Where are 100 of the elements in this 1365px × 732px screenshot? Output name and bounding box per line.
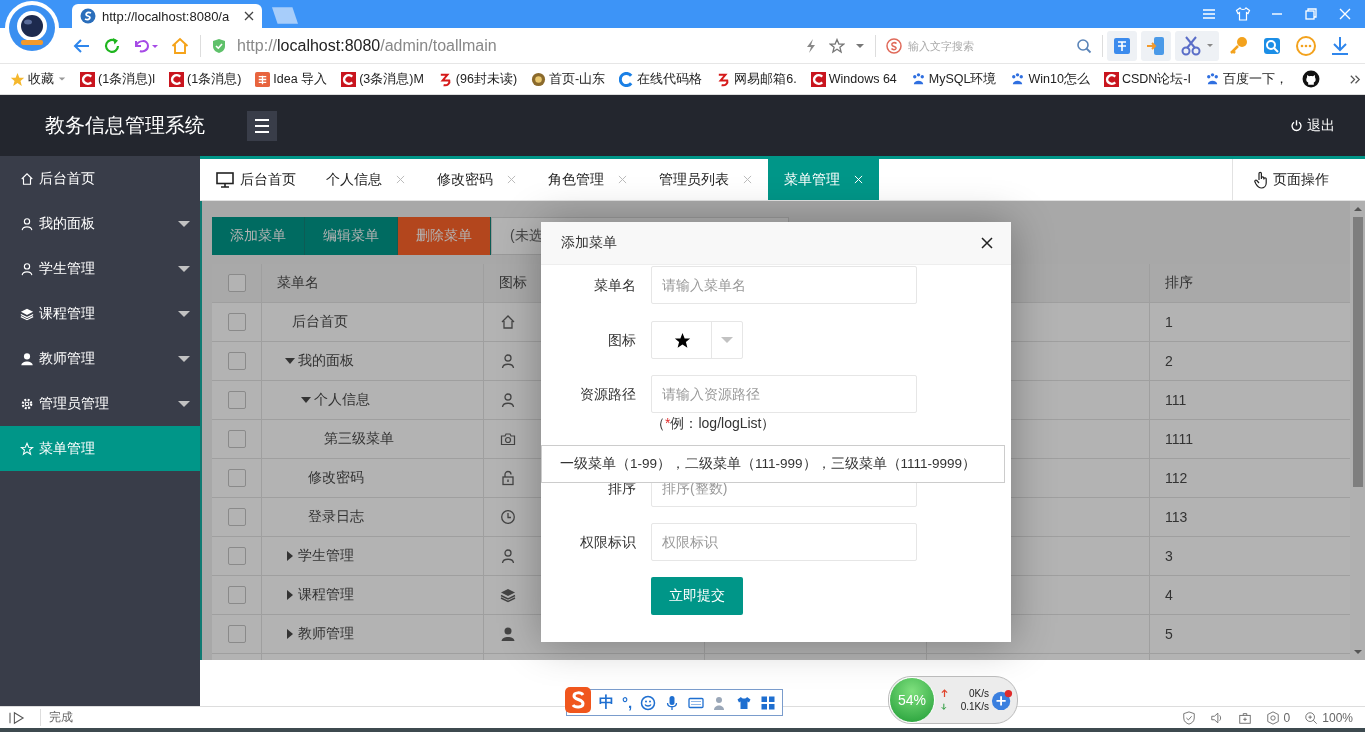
bookmark[interactable]: MySQL环境 bbox=[910, 70, 997, 88]
collapsed-caret-icon[interactable] bbox=[285, 629, 295, 639]
c-logo-icon bbox=[619, 71, 635, 87]
page-tab[interactable]: 修改密码 bbox=[421, 159, 532, 200]
ime-mode[interactable]: 中 bbox=[599, 693, 614, 712]
bookmark[interactable]: 收藏 bbox=[10, 70, 54, 88]
sidebar-item[interactable]: 课程管理 bbox=[0, 291, 200, 336]
close-icon[interactable] bbox=[244, 11, 254, 21]
shield-icon[interactable] bbox=[1181, 710, 1196, 725]
sidebar-item[interactable]: 管理员管理 bbox=[0, 381, 200, 426]
search-icon[interactable] bbox=[1076, 37, 1092, 54]
user-icon bbox=[500, 548, 516, 564]
shirt-icon[interactable] bbox=[1235, 6, 1251, 22]
checkbox[interactable] bbox=[227, 352, 246, 370]
bookmark[interactable]: 网易邮箱6. bbox=[716, 70, 797, 88]
field-label: 资源路径 bbox=[579, 385, 637, 404]
star-icon[interactable] bbox=[829, 37, 845, 54]
page-tab[interactable]: 后台首页 bbox=[200, 159, 310, 200]
page-tab[interactable]: 角色管理 bbox=[532, 159, 643, 200]
reload-icon[interactable] bbox=[102, 35, 122, 56]
page-tab[interactable]: 个人信息 bbox=[310, 159, 421, 200]
icon-picker[interactable] bbox=[651, 321, 743, 359]
close-icon[interactable] bbox=[981, 237, 993, 249]
page-actions-button[interactable]: 页面操作 bbox=[1232, 159, 1365, 200]
bookmark[interactable]: Win10怎么 bbox=[1010, 70, 1090, 88]
tooltip: 一级菜单（1-99），二级菜单（111-999），三级菜单（1111-9999） bbox=[541, 445, 1005, 483]
s-logo-icon[interactable] bbox=[565, 686, 591, 713]
smiley-icon[interactable] bbox=[640, 694, 657, 711]
page-tab[interactable]: 管理员列表 bbox=[643, 159, 768, 200]
power-icon bbox=[1290, 119, 1303, 132]
home-icon[interactable] bbox=[170, 35, 190, 56]
browser-tab[interactable]: http://localhost:8080/a bbox=[72, 4, 262, 28]
bookmark[interactable]: 首页-山东 bbox=[531, 70, 606, 88]
play-icon[interactable] bbox=[8, 710, 26, 725]
input-field[interactable]: 请输入资源路径 bbox=[651, 375, 917, 413]
plus-icon[interactable] bbox=[991, 689, 1013, 711]
punctuation-toggle[interactable]: °, bbox=[622, 694, 633, 711]
bookmark[interactable]: 在线代码格 bbox=[619, 70, 703, 88]
checkbox[interactable] bbox=[227, 625, 246, 643]
sidebar-item[interactable]: 后台首页 bbox=[0, 156, 200, 201]
menu-icon[interactable] bbox=[247, 110, 277, 141]
scrollbar[interactable] bbox=[1350, 201, 1365, 660]
restore-icon[interactable] bbox=[1303, 6, 1319, 22]
checkbox[interactable] bbox=[227, 469, 246, 487]
bookmark[interactable]: 百度一下， bbox=[1205, 70, 1288, 88]
sidebar-item[interactable]: 学生管理 bbox=[0, 246, 200, 291]
scroll-down-icon[interactable] bbox=[1352, 647, 1363, 657]
checkbox[interactable] bbox=[227, 313, 246, 331]
checkbox[interactable] bbox=[227, 430, 246, 448]
logout-button[interactable]: 退出 bbox=[1290, 116, 1335, 135]
new-tab-button[interactable] bbox=[272, 7, 298, 24]
layers-icon bbox=[500, 587, 516, 603]
home-icon bbox=[500, 314, 516, 330]
sidebar-item[interactable]: 我的面板 bbox=[0, 201, 200, 246]
url-field[interactable]: http://localhost:8080/admin/toallmain bbox=[237, 36, 793, 55]
cat-logo-icon[interactable] bbox=[1302, 70, 1320, 88]
checkbox[interactable] bbox=[227, 508, 246, 526]
sidebar-item[interactable]: 菜单管理 bbox=[0, 426, 200, 471]
status-count: 0 bbox=[1283, 710, 1291, 725]
bookmark[interactable]: (1条消息)l bbox=[80, 70, 156, 88]
bookmark[interactable]: (96封未读) bbox=[437, 70, 518, 88]
table-cell: 修改密码 bbox=[308, 469, 364, 487]
speaker-icon[interactable] bbox=[1209, 710, 1224, 725]
bookmark[interactable]: Windows 64 bbox=[810, 71, 897, 87]
bookmark[interactable]: (1条消息) bbox=[169, 70, 242, 88]
column-header: 菜单名 bbox=[277, 274, 319, 292]
collapsed-caret-icon[interactable] bbox=[285, 590, 295, 600]
input-field[interactable]: 请输入菜单名 bbox=[651, 266, 917, 304]
checkbox[interactable] bbox=[227, 547, 246, 565]
table-cell: 第三级菜单 bbox=[324, 430, 394, 448]
submit-button[interactable]: 立即提交 bbox=[651, 577, 743, 615]
input-field[interactable]: 权限标识 bbox=[651, 523, 917, 561]
bookmark[interactable]: CSDN论坛-I bbox=[1103, 70, 1191, 88]
scissors-icon[interactable] bbox=[1175, 30, 1219, 61]
table-cell: 111 bbox=[1165, 392, 1187, 408]
toolbox-icon[interactable] bbox=[1237, 710, 1252, 725]
sidebar-item[interactable]: 教师管理 bbox=[0, 336, 200, 381]
phone-icon[interactable] bbox=[1141, 30, 1171, 61]
scroll-up-icon[interactable] bbox=[1352, 204, 1363, 214]
badge-icon[interactable] bbox=[1265, 710, 1280, 725]
s-logo-icon[interactable] bbox=[886, 37, 902, 54]
search-field[interactable]: 输入文字搜索 bbox=[906, 38, 1060, 53]
expanded-caret-icon[interactable] bbox=[301, 395, 311, 405]
bookmark[interactable]: Idea 导入 bbox=[255, 70, 328, 88]
expanded-caret-icon[interactable] bbox=[285, 356, 295, 366]
checkbox[interactable] bbox=[227, 391, 246, 409]
shirt-icon[interactable] bbox=[736, 694, 753, 711]
globe-logo-icon bbox=[80, 8, 96, 24]
sun-logo-icon bbox=[531, 71, 547, 87]
bookmark[interactable]: (3条消息)M bbox=[341, 70, 424, 88]
grid-icon[interactable] bbox=[760, 694, 777, 711]
page-tab[interactable]: 菜单管理 bbox=[768, 159, 879, 200]
caret-icon[interactable] bbox=[58, 75, 66, 83]
checkbox[interactable] bbox=[227, 274, 246, 292]
translate-icon[interactable] bbox=[1107, 30, 1137, 61]
table-cell: 2 bbox=[1165, 353, 1173, 369]
checkbox[interactable] bbox=[227, 586, 246, 604]
paw-icon bbox=[1205, 71, 1220, 87]
zoom-icon[interactable] bbox=[1304, 710, 1319, 725]
collapsed-caret-icon[interactable] bbox=[285, 551, 295, 561]
